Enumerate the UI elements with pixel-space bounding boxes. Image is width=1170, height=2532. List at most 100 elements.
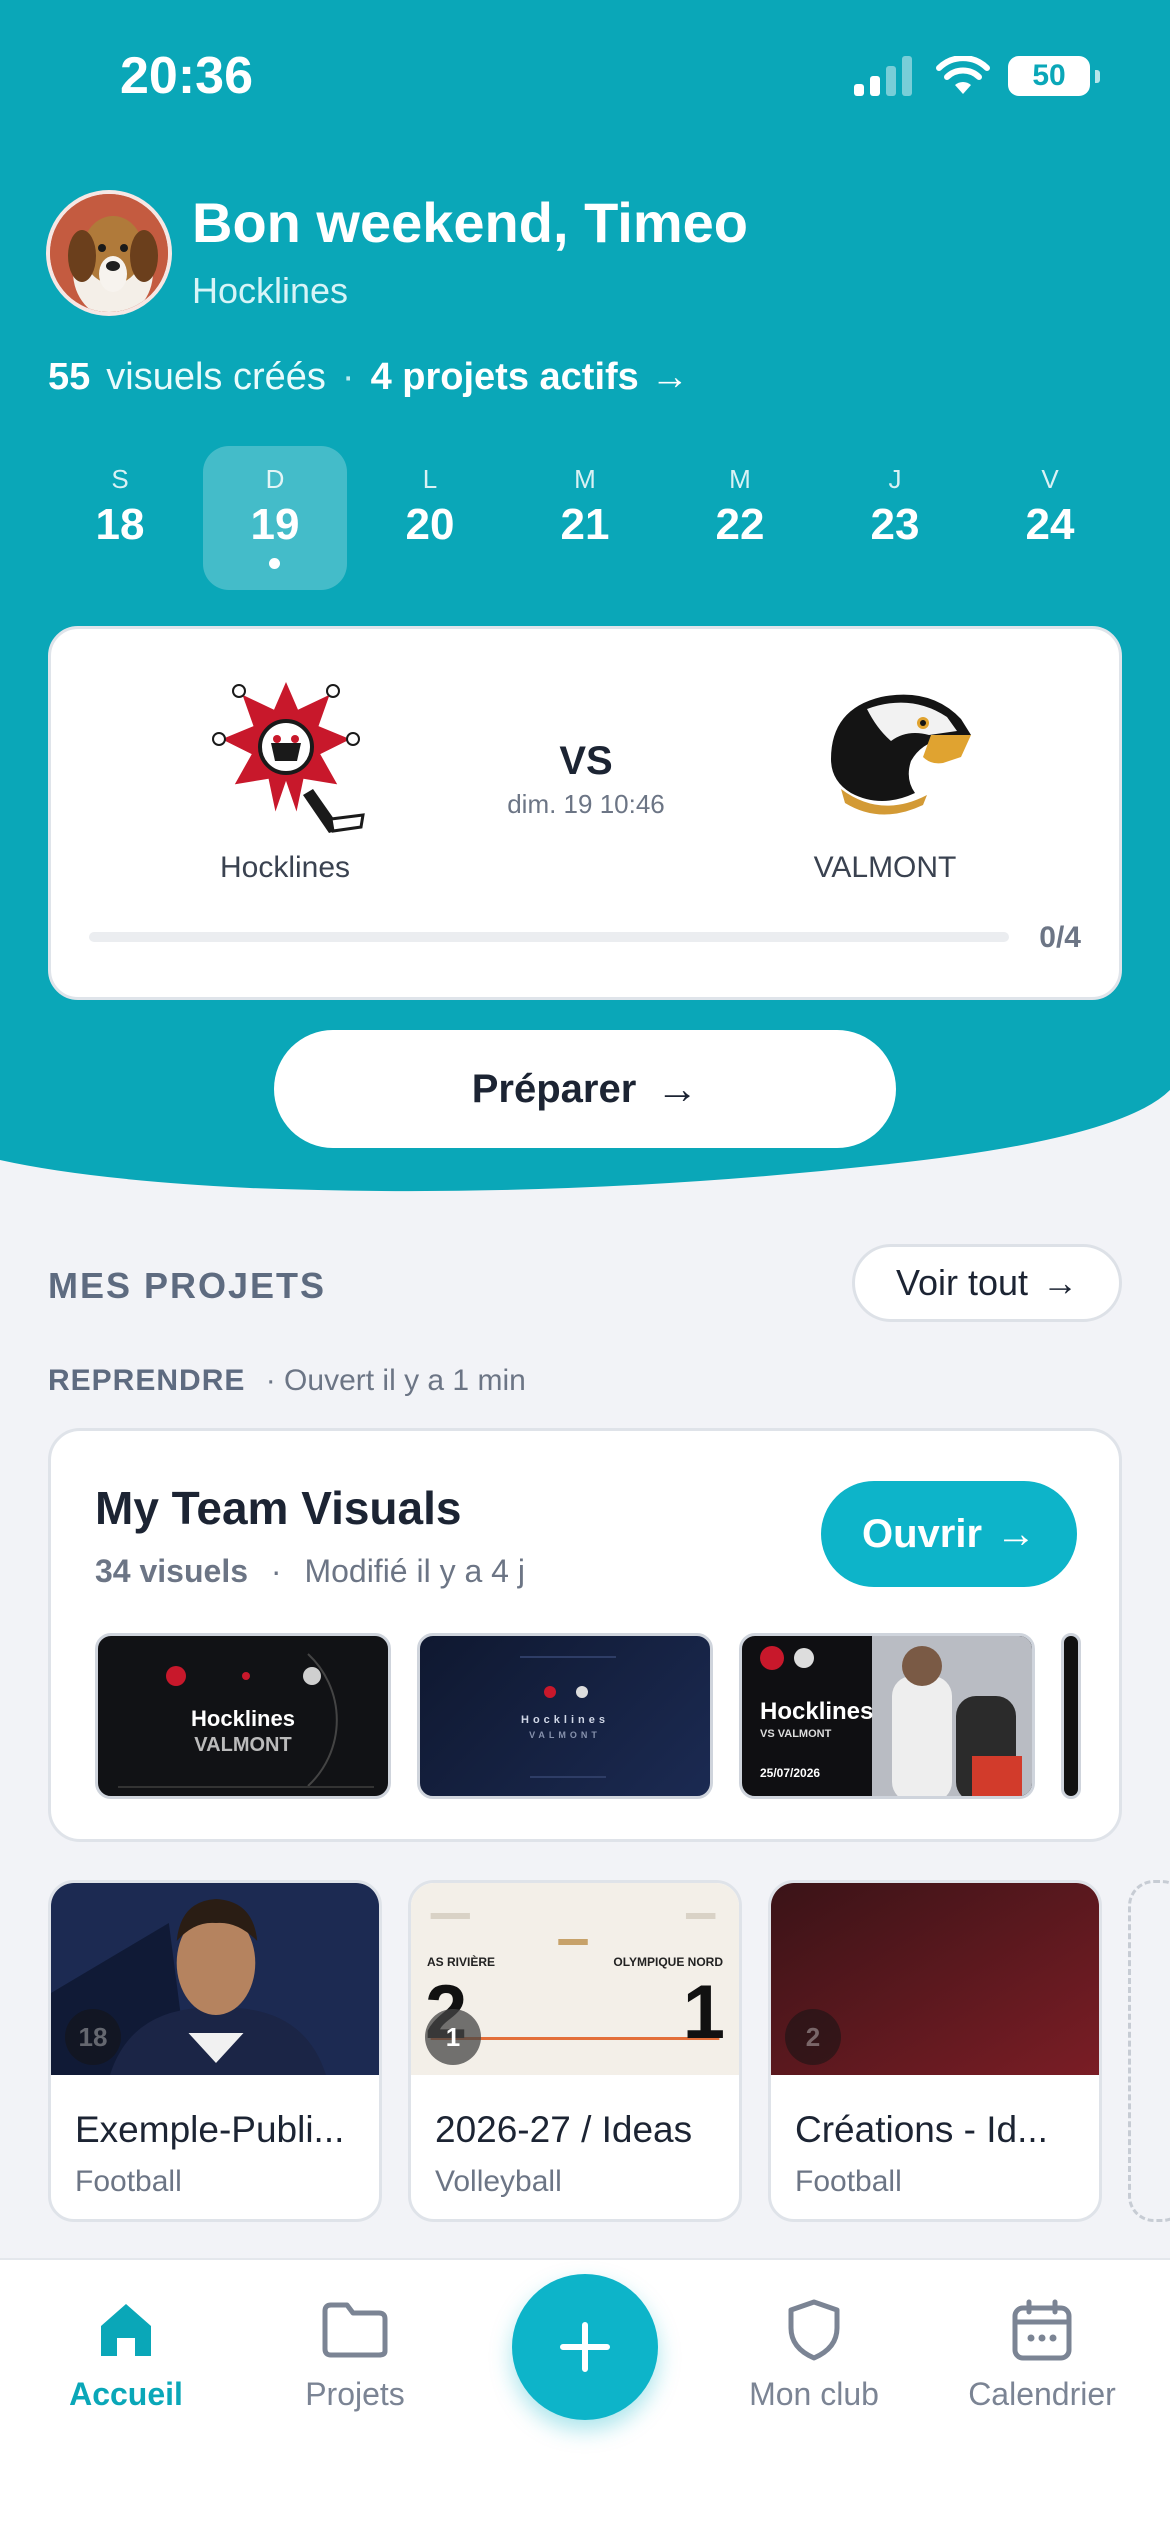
resume-row: REPRENDRE · Ouvert il y a 1 min (48, 1364, 526, 1398)
day-weekday: J (888, 464, 902, 494)
hero-background (0, 0, 1170, 1192)
section-title: MES PROJETS (48, 1265, 327, 1306)
project-name: Créations - Id... (795, 2109, 1048, 2150)
prepare-button[interactable]: Préparer → (274, 1030, 896, 1148)
active-projects-label: 4 projets actifs (370, 356, 639, 398)
status-time: 20:36 (120, 47, 253, 105)
week-calendar-strip: S 18 D 19 L 20 M 21 M 22 J 23 V 24 (48, 446, 1122, 590)
meta-separator: · (270, 1553, 282, 1589)
project-card[interactable]: AS RIVIÈRE OLYMPIQUE NORD 2 1 1 2026-27 … (408, 1880, 742, 2222)
home-icon (101, 2304, 151, 2356)
new-project-placeholder-card[interactable] (1128, 1880, 1170, 2222)
prepare-label: Préparer (471, 1066, 637, 1111)
away-team-logo (831, 694, 971, 815)
cellular-signal-icon (854, 56, 912, 96)
preparation-progress-bar (89, 932, 1009, 942)
day-number: 19 (250, 500, 300, 549)
project-sport: Football (795, 2165, 902, 2198)
project-card[interactable]: 18 Exemple-Publi... Football (48, 1880, 382, 2222)
day-number: 18 (95, 500, 145, 549)
thumbnail-line1: Hocklines (191, 1706, 295, 1731)
open-project-button[interactable]: Ouvrir → (821, 1481, 1077, 1587)
cover-away-team: OLYMPIQUE NORD (613, 1955, 723, 1969)
tab-label: Projets (305, 2376, 405, 2412)
visual-count: 34 visuels (95, 1553, 248, 1589)
arrow-right-icon: → (656, 1065, 699, 1112)
day-item[interactable]: M 22 (668, 446, 812, 590)
progress-label: 0/4 (1039, 921, 1081, 954)
arrow-right-icon: → (996, 1511, 1037, 1556)
visual-thumbnail[interactable]: Hocklines VALMONT (417, 1633, 713, 1799)
cover-home-team: AS RIVIÈRE (427, 1955, 496, 1969)
project-name: Exemple-Publi... (75, 2109, 345, 2150)
modified-time: Modifié il y a 4 j (304, 1553, 525, 1589)
visual-thumbnail[interactable]: Hocklines VS VALMONT 25/07/2026 (739, 1633, 1035, 1799)
match-card[interactable]: Hocklines VS dim. 19 10:46 VALMONT 0/4 (48, 626, 1122, 1000)
calendar-icon (1012, 2299, 1072, 2361)
day-item[interactable]: S 18 (48, 446, 192, 590)
tab-home[interactable]: Accueil (26, 2290, 226, 2413)
day-weekday: D (265, 464, 285, 494)
day-weekday: L (422, 464, 438, 494)
day-item-selected[interactable]: D 19 (203, 446, 347, 590)
day-number: 21 (560, 500, 610, 549)
away-team-name: VALMONT (813, 851, 957, 884)
event-dot-indicator (269, 558, 280, 569)
day-number: 22 (715, 500, 765, 549)
visuals-label: visuels créés (106, 356, 326, 398)
avatar[interactable] (46, 190, 172, 316)
project-sport: Football (75, 2165, 182, 2198)
visual-count-badge: 18 (65, 2009, 121, 2065)
day-weekday: V (1041, 464, 1059, 494)
day-number: 23 (870, 500, 920, 549)
arrow-right-icon: → (650, 356, 689, 398)
open-label: Ouvrir (861, 1511, 983, 1556)
home-team-logo (212, 671, 365, 833)
project-cards-row: 18 Exemple-Publi... Football AS RIVIÈRE … (48, 1880, 1170, 2224)
day-weekday: S (111, 464, 129, 494)
club-name: Hocklines (192, 270, 349, 311)
tab-label: Accueil (69, 2376, 183, 2412)
battery-indicator: 50 (1008, 56, 1100, 96)
greeting-title: Bon weekend, Timeo (192, 191, 748, 254)
folder-icon (322, 2302, 388, 2358)
project-title: My Team Visuals (95, 1482, 462, 1534)
day-item[interactable]: L 20 (358, 446, 502, 590)
visual-count-badge: 1 (425, 2009, 481, 2065)
versus-label: VS (559, 739, 613, 783)
featured-project-card[interactable]: My Team Visuals 34 visuels · Modifié il … (48, 1428, 1122, 1842)
visual-thumbnails: Hocklines VALMONT Hocklines VALMONT Hock… (95, 1633, 1119, 1799)
tab-projects[interactable]: Projets (255, 2290, 455, 2413)
project-name: 2026-27 / Ideas (435, 2109, 693, 2150)
match-datetime: dim. 19 10:46 (507, 789, 665, 819)
status-bar: 20:36 50 (0, 0, 1170, 150)
tab-my-club[interactable]: Mon club (714, 2290, 914, 2413)
day-item[interactable]: V 24 (978, 446, 1122, 590)
arrow-right-icon: → (1042, 1262, 1079, 1303)
visual-count-badge: 2 (785, 2009, 841, 2065)
thumbnail-line1: Hocklines (521, 1714, 609, 1726)
tab-label: Mon club (749, 2376, 879, 2412)
day-weekday: M (729, 464, 751, 494)
day-number: 24 (1025, 500, 1075, 549)
active-projects-link[interactable]: 4 projets actifs → (371, 356, 689, 399)
day-weekday: M (574, 464, 596, 494)
day-item[interactable]: J 23 (823, 446, 967, 590)
thumbnail-line1: Hocklines (760, 1698, 874, 1725)
resume-label: REPRENDRE (48, 1364, 246, 1397)
thumbnail-line3: 25/07/2026 (760, 1766, 821, 1780)
visual-thumbnail[interactable] (1061, 1633, 1081, 1799)
project-sport: Volleyball (435, 2165, 562, 2198)
wifi-icon (936, 56, 990, 94)
plus-icon (560, 2322, 610, 2372)
cover-away-score: 1 (682, 1970, 725, 2055)
see-all-button[interactable]: Voir tout → (852, 1244, 1122, 1322)
visual-thumbnail[interactable]: Hocklines VALMONT (95, 1633, 391, 1799)
project-card[interactable]: 2 Créations - Id... Football (768, 1880, 1102, 2222)
day-item[interactable]: M 21 (513, 446, 657, 590)
thumbnail-line2: VALMONT (194, 1734, 292, 1756)
project-meta: 34 visuels · Modifié il y a 4 j (95, 1553, 525, 1590)
tab-calendar[interactable]: Calendrier (942, 2290, 1142, 2413)
shield-icon (788, 2299, 840, 2361)
create-button[interactable] (512, 2274, 658, 2420)
